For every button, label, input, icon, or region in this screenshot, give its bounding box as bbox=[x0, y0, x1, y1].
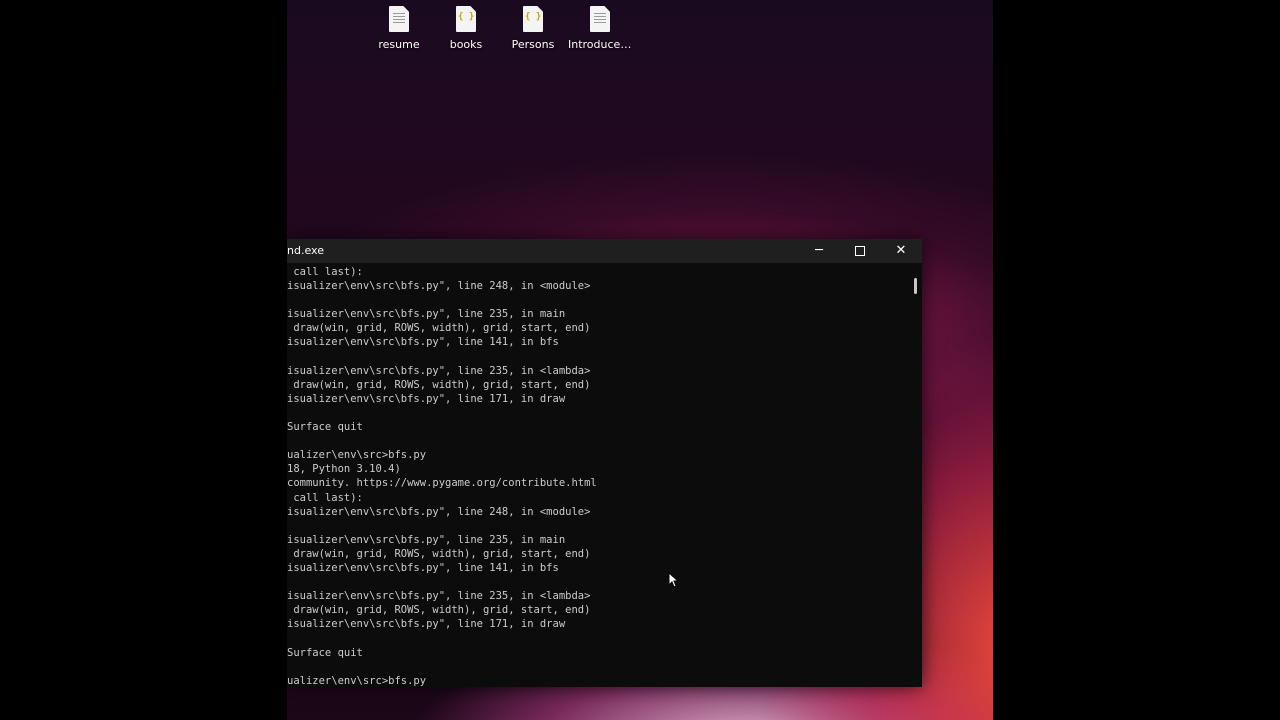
console-line: ualizer\env\src>bfs.py bbox=[287, 674, 427, 687]
console-line: isualizer\env\src\bfs.py", line 235, in … bbox=[287, 590, 591, 603]
desktop-icon-label: IntroduceY... bbox=[568, 38, 632, 51]
maximize-button[interactable] bbox=[840, 239, 880, 263]
terminal-window[interactable]: nd.exe ─ ✕ call last): isualizer\env\src\… bbox=[287, 239, 922, 687]
terminal-title: nd.exe bbox=[287, 244, 324, 257]
console-line: isualizer\env\src\bfs.py", line 248, in … bbox=[287, 505, 591, 518]
terminal-output[interactable]: call last): isualizer\env\src\bfs.py", li… bbox=[287, 265, 907, 687]
console-line: 18, Python 3.10.4) bbox=[287, 463, 401, 476]
console-line: draw(win, grid, ROWS, width), grid, star… bbox=[287, 322, 591, 335]
console-line: isualizer\env\src\bfs.py", line 248, in … bbox=[287, 280, 591, 293]
minimize-button[interactable]: ─ bbox=[799, 239, 839, 263]
minimize-icon: ─ bbox=[815, 243, 823, 258]
console-line: isualizer\env\src\bfs.py", line 141, in … bbox=[287, 336, 559, 349]
console-line: draw(win, grid, ROWS, width), grid, star… bbox=[287, 378, 591, 391]
desktop-icon-label: Persons bbox=[511, 38, 555, 51]
desktop-icon-label: resume bbox=[378, 38, 420, 51]
console-line: community. https://www.pygame.org/contri… bbox=[287, 477, 597, 490]
console-line: draw(win, grid, ROWS, width), grid, star… bbox=[287, 547, 591, 560]
console-line: isualizer\env\src\bfs.py", line 141, in … bbox=[287, 561, 559, 574]
console-line: isualizer\env\src\bfs.py", line 235, in … bbox=[287, 364, 591, 377]
console-line: isualizer\env\src\bfs.py", line 235, in … bbox=[287, 308, 566, 321]
close-icon: ✕ bbox=[895, 243, 907, 258]
desktop-icon-resume[interactable]: resume bbox=[367, 6, 431, 51]
terminal-scrollbar[interactable] bbox=[911, 265, 921, 685]
desktop-icon-label: books bbox=[449, 38, 483, 51]
scrollbar-thumb[interactable] bbox=[914, 278, 917, 294]
console-line: isualizer\env\src\bfs.py", line 235, in … bbox=[287, 533, 566, 546]
console-line: Surface quit bbox=[287, 421, 363, 434]
desktop-icon-introducey[interactable]: IntroduceY... bbox=[568, 6, 632, 51]
close-button[interactable]: ✕ bbox=[881, 239, 921, 263]
json-file-icon bbox=[523, 6, 543, 32]
desktop-icon-books[interactable]: books bbox=[434, 6, 498, 51]
console-line: Surface quit bbox=[287, 646, 363, 659]
console-line: isualizer\env\src\bfs.py", line 171, in … bbox=[287, 392, 566, 405]
desktop-icon-persons[interactable]: Persons bbox=[501, 6, 565, 51]
console-line: isualizer\env\src\bfs.py", line 171, in … bbox=[287, 618, 566, 631]
terminal-titlebar[interactable]: nd.exe ─ ✕ bbox=[287, 239, 922, 263]
text-file-icon bbox=[389, 6, 409, 32]
maximize-icon bbox=[855, 245, 865, 256]
console-line: call last): bbox=[287, 491, 363, 504]
text-file-icon bbox=[590, 6, 610, 32]
console-line: call last): bbox=[287, 266, 363, 278]
console-line: ualizer\env\src>bfs.py bbox=[287, 449, 427, 462]
json-file-icon bbox=[456, 6, 476, 32]
console-line: draw(win, grid, ROWS, width), grid, star… bbox=[287, 604, 591, 617]
